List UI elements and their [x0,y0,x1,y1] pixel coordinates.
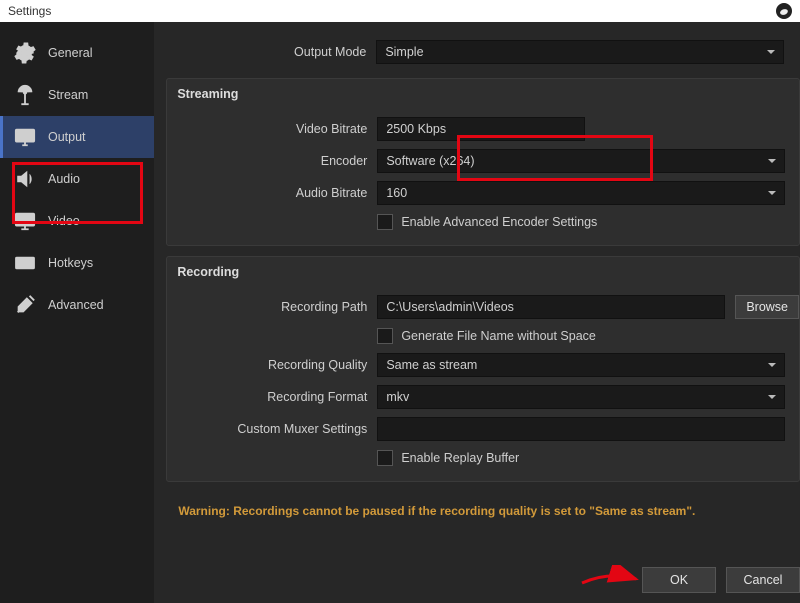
keyboard-icon [14,252,36,274]
streaming-panel: Streaming Video Bitrate 2500 Kbps Encode… [166,78,800,246]
audio-bitrate-select[interactable]: 160 [377,181,785,205]
recording-quality-label: Recording Quality [167,358,377,372]
sidebar-item-label: Hotkeys [48,256,93,270]
streaming-title: Streaming [167,79,799,109]
sidebar-item-advanced[interactable]: Advanced [0,284,154,326]
dialog-buttons: OK Cancel [642,567,800,593]
tools-icon [14,294,36,316]
sidebar-item-label: General [48,46,92,60]
recording-panel: Recording Recording Path C:\Users\admin\… [166,256,800,482]
gear-icon [14,42,36,64]
sidebar-item-label: Advanced [48,298,104,312]
antenna-icon [14,84,36,106]
audio-bitrate-label: Audio Bitrate [167,186,377,200]
sidebar-item-label: Stream [48,88,88,102]
checkbox-icon [377,450,393,466]
replay-buffer-checkbox[interactable]: Enable Replay Buffer [377,445,799,471]
output-mode-select[interactable]: Simple [376,40,784,64]
ok-button[interactable]: OK [642,567,716,593]
encoder-label: Encoder [167,154,377,168]
settings-sidebar: General Stream Output Audio Video Hotkey… [0,22,154,603]
monitor-arrow-icon [14,126,36,148]
sidebar-item-label: Output [48,130,86,144]
recording-quality-select[interactable]: Same as stream [377,353,785,377]
sidebar-item-hotkeys[interactable]: Hotkeys [0,242,154,284]
gen-no-space-label: Generate File Name without Space [401,329,596,343]
recording-title: Recording [167,257,799,287]
sidebar-item-label: Audio [48,172,80,186]
recording-path-input[interactable]: C:\Users\admin\Videos [377,295,725,319]
replay-buffer-label: Enable Replay Buffer [401,451,519,465]
recording-format-select[interactable]: mkv [377,385,785,409]
sidebar-item-stream[interactable]: Stream [0,74,154,116]
output-mode-row: Output Mode Simple [166,36,800,68]
speaker-icon [14,168,36,190]
title-bar: Settings [0,0,800,22]
gen-no-space-checkbox[interactable]: Generate File Name without Space [377,323,799,349]
sidebar-item-general[interactable]: General [0,32,154,74]
enable-advanced-checkbox[interactable]: Enable Advanced Encoder Settings [377,209,799,235]
sidebar-item-audio[interactable]: Audio [0,158,154,200]
browse-button[interactable]: Browse [735,295,799,319]
encoder-select[interactable]: Software (x264) [377,149,785,173]
obs-logo-icon [776,3,792,19]
video-bitrate-label: Video Bitrate [167,122,377,136]
enable-advanced-label: Enable Advanced Encoder Settings [401,215,597,229]
muxer-label: Custom Muxer Settings [167,422,377,436]
monitor-icon [14,210,36,232]
checkbox-icon [377,328,393,344]
sidebar-item-output[interactable]: Output [0,116,154,158]
recording-format-label: Recording Format [167,390,377,404]
sidebar-item-video[interactable]: Video [0,200,154,242]
output-settings-pane: Output Mode Simple Streaming Video Bitra… [154,22,800,603]
annotation-arrow-icon [580,565,640,591]
sidebar-item-label: Video [48,214,80,228]
window-title: Settings [8,4,51,18]
output-mode-label: Output Mode [166,45,376,59]
recording-path-label: Recording Path [167,300,377,314]
muxer-input[interactable] [377,417,785,441]
cancel-button[interactable]: Cancel [726,567,800,593]
checkbox-icon [377,214,393,230]
video-bitrate-input[interactable]: 2500 Kbps [377,117,585,141]
warning-text: Warning: Recordings cannot be paused if … [178,504,790,518]
